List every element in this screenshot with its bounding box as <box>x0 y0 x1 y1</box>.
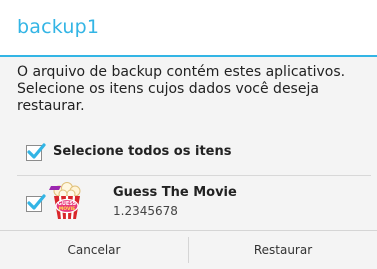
select-all-label: Selecione todos os itens <box>53 144 232 159</box>
dialog-button-bar: Cancelar Restaurar <box>0 230 377 269</box>
select-all-row[interactable]: Selecione todos os itens <box>17 139 371 169</box>
popcorn-movie-icon: GUESS MOVIE <box>49 182 85 220</box>
dialog-title: backup1 <box>17 16 100 38</box>
app-version: 1.2345678 <box>113 204 178 218</box>
app-checkbox[interactable] <box>26 194 46 212</box>
checkmark-icon <box>27 143 46 159</box>
select-all-checkbox[interactable] <box>26 143 46 161</box>
restore-dialog: backup1 O arquivo de backup contém estes… <box>0 0 377 269</box>
checkmark-icon <box>27 194 46 210</box>
dialog-title-bar: backup1 <box>0 0 377 55</box>
restore-button[interactable]: Restaurar <box>189 231 377 269</box>
dialog-message: O arquivo de backup contém estes aplicat… <box>17 64 346 114</box>
app-list-item[interactable]: GUESS MOVIE Guess The Movie 1.2345678 <box>17 180 371 226</box>
title-divider <box>0 55 377 57</box>
svg-text:MOVIE: MOVIE <box>59 206 75 212</box>
cancel-button[interactable]: Cancelar <box>0 231 188 269</box>
list-divider <box>17 175 371 176</box>
app-name: Guess The Movie <box>113 185 237 200</box>
